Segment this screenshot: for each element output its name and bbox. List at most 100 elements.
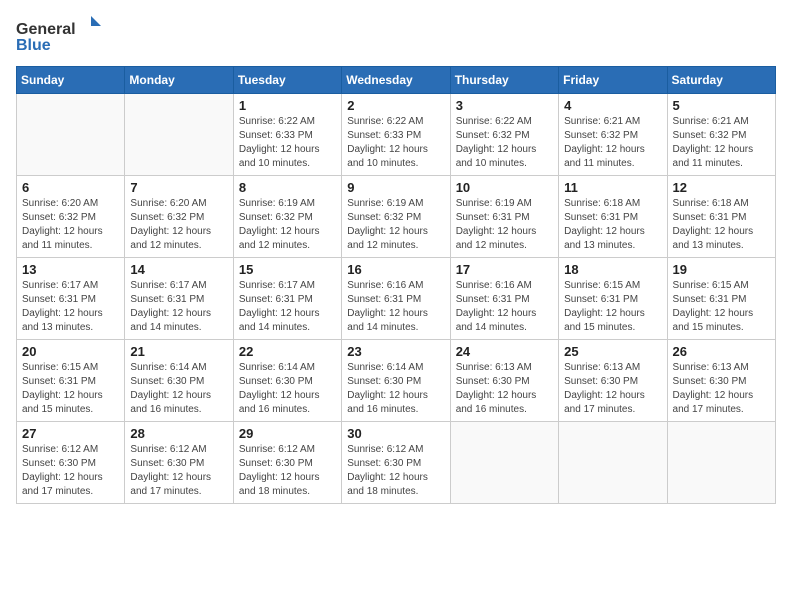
day-number: 16: [347, 262, 444, 277]
day-number: 12: [673, 180, 770, 195]
calendar-cell: [559, 422, 667, 504]
day-info: Sunrise: 6:19 AMSunset: 6:32 PMDaylight:…: [239, 197, 336, 253]
day-info: Sunrise: 6:21 AMSunset: 6:32 PMDaylight:…: [673, 115, 770, 171]
calendar-cell: 3 Sunrise: 6:22 AMSunset: 6:32 PMDaylight…: [450, 94, 558, 176]
calendar-cell: 22 Sunrise: 6:14 AMSunset: 6:30 PMDayligh…: [233, 340, 341, 422]
day-number: 18: [564, 262, 661, 277]
calendar-cell: 21 Sunrise: 6:14 AMSunset: 6:30 PMDayligh…: [125, 340, 233, 422]
calendar-cell: 25Sunrise: 6:13 AMSunset: 6:30 PMDayligh…: [559, 340, 667, 422]
day-info: Sunrise: 6:12 AMSunset: 6:30 PMDaylight:…: [239, 443, 336, 499]
day-info: Sunrise: 6:18 AMSunset: 6:31 PMDaylight:…: [564, 197, 661, 253]
day-number: 30: [347, 426, 444, 441]
calendar-cell: 9 Sunrise: 6:19 AMSunset: 6:32 PMDaylight…: [342, 176, 450, 258]
day-number: 9: [347, 180, 444, 195]
day-info: Sunrise: 6:18 AMSunset: 6:31 PMDaylight:…: [673, 197, 770, 253]
day-number: 4: [564, 98, 661, 113]
svg-text:Blue: Blue: [16, 37, 51, 54]
day-header-wednesday: Wednesday: [342, 67, 450, 94]
calendar-table: SundayMondayTuesdayWednesdayThursdayFrid…: [16, 66, 776, 504]
day-number: 5: [673, 98, 770, 113]
calendar-cell: 24 Sunrise: 6:13 AMSunset: 6:30 PMDayligh…: [450, 340, 558, 422]
day-info: Sunrise: 6:20 AMSunset: 6:32 PMDaylight:…: [130, 197, 227, 253]
calendar-cell: 29 Sunrise: 6:12 AMSunset: 6:30 PMDayligh…: [233, 422, 341, 504]
day-number: 10: [456, 180, 553, 195]
day-info: Sunrise: 6:13 AMSunset: 6:30 PMDaylight:…: [456, 361, 553, 417]
day-info: Sunrise: 6:14 AMSunset: 6:30 PMDaylight:…: [347, 361, 444, 417]
day-info: Sunrise: 6:12 AMSunset: 6:30 PMDaylight:…: [347, 443, 444, 499]
day-info: Sunrise: 6:22 AMSunset: 6:33 PMDaylight:…: [347, 115, 444, 171]
calendar-cell: 23 Sunrise: 6:14 AMSunset: 6:30 PMDayligh…: [342, 340, 450, 422]
calendar-cell: 11Sunrise: 6:18 AMSunset: 6:31 PMDayligh…: [559, 176, 667, 258]
day-info: Sunrise: 6:15 AMSunset: 6:31 PMDaylight:…: [564, 279, 661, 335]
calendar-cell: 5 Sunrise: 6:21 AMSunset: 6:32 PMDaylight…: [667, 94, 775, 176]
calendar-cell: 19 Sunrise: 6:15 AMSunset: 6:31 PMDayligh…: [667, 258, 775, 340]
day-number: 17: [456, 262, 553, 277]
day-header-monday: Monday: [125, 67, 233, 94]
day-header-saturday: Saturday: [667, 67, 775, 94]
calendar-cell: 13 Sunrise: 6:17 AMSunset: 6:31 PMDayligh…: [17, 258, 125, 340]
calendar-cell: 16 Sunrise: 6:16 AMSunset: 6:31 PMDayligh…: [342, 258, 450, 340]
day-info: Sunrise: 6:22 AMSunset: 6:32 PMDaylight:…: [456, 115, 553, 171]
logo: GeneralBlue: [16, 16, 106, 56]
day-number: 7: [130, 180, 227, 195]
day-number: 27: [22, 426, 119, 441]
day-number: 8: [239, 180, 336, 195]
day-info: Sunrise: 6:22 AMSunset: 6:33 PMDaylight:…: [239, 115, 336, 171]
calendar-cell: 1Sunrise: 6:22 AMSunset: 6:33 PMDaylight…: [233, 94, 341, 176]
calendar-cell: [17, 94, 125, 176]
day-info: Sunrise: 6:17 AMSunset: 6:31 PMDaylight:…: [239, 279, 336, 335]
calendar-cell: 27 Sunrise: 6:12 AMSunset: 6:30 PMDayligh…: [17, 422, 125, 504]
day-number: 25: [564, 344, 661, 359]
day-info: Sunrise: 6:16 AMSunset: 6:31 PMDaylight:…: [347, 279, 444, 335]
day-info: Sunrise: 6:19 AMSunset: 6:31 PMDaylight:…: [456, 197, 553, 253]
day-number: 26: [673, 344, 770, 359]
calendar-week-5: 27 Sunrise: 6:12 AMSunset: 6:30 PMDayligh…: [17, 422, 776, 504]
logo-svg: GeneralBlue: [16, 16, 106, 56]
calendar-header-row: SundayMondayTuesdayWednesdayThursdayFrid…: [17, 67, 776, 94]
day-number: 15: [239, 262, 336, 277]
day-number: 24: [456, 344, 553, 359]
calendar-cell: 18 Sunrise: 6:15 AMSunset: 6:31 PMDayligh…: [559, 258, 667, 340]
calendar-week-4: 20 Sunrise: 6:15 AMSunset: 6:31 PMDayligh…: [17, 340, 776, 422]
day-number: 19: [673, 262, 770, 277]
day-number: 3: [456, 98, 553, 113]
day-number: 13: [22, 262, 119, 277]
day-info: Sunrise: 6:12 AMSunset: 6:30 PMDaylight:…: [130, 443, 227, 499]
day-info: Sunrise: 6:13 AMSunset: 6:30 PMDaylight:…: [673, 361, 770, 417]
day-info: Sunrise: 6:19 AMSunset: 6:32 PMDaylight:…: [347, 197, 444, 253]
calendar-cell: 10 Sunrise: 6:19 AMSunset: 6:31 PMDayligh…: [450, 176, 558, 258]
day-info: Sunrise: 6:20 AMSunset: 6:32 PMDaylight:…: [22, 197, 119, 253]
day-number: 20: [22, 344, 119, 359]
calendar-week-1: 1Sunrise: 6:22 AMSunset: 6:33 PMDaylight…: [17, 94, 776, 176]
calendar-cell: 2 Sunrise: 6:22 AMSunset: 6:33 PMDaylight…: [342, 94, 450, 176]
day-header-tuesday: Tuesday: [233, 67, 341, 94]
day-number: 22: [239, 344, 336, 359]
day-number: 28: [130, 426, 227, 441]
day-number: 14: [130, 262, 227, 277]
day-number: 23: [347, 344, 444, 359]
day-info: Sunrise: 6:14 AMSunset: 6:30 PMDaylight:…: [130, 361, 227, 417]
calendar-cell: 20 Sunrise: 6:15 AMSunset: 6:31 PMDayligh…: [17, 340, 125, 422]
day-info: Sunrise: 6:17 AMSunset: 6:31 PMDaylight:…: [22, 279, 119, 335]
calendar-cell: 26 Sunrise: 6:13 AMSunset: 6:30 PMDayligh…: [667, 340, 775, 422]
calendar-cell: 28 Sunrise: 6:12 AMSunset: 6:30 PMDayligh…: [125, 422, 233, 504]
day-info: Sunrise: 6:12 AMSunset: 6:30 PMDaylight:…: [22, 443, 119, 499]
day-number: 21: [130, 344, 227, 359]
day-header-thursday: Thursday: [450, 67, 558, 94]
day-info: Sunrise: 6:15 AMSunset: 6:31 PMDaylight:…: [22, 361, 119, 417]
day-info: Sunrise: 6:14 AMSunset: 6:30 PMDaylight:…: [239, 361, 336, 417]
calendar-cell: 7 Sunrise: 6:20 AMSunset: 6:32 PMDaylight…: [125, 176, 233, 258]
svg-text:General: General: [16, 21, 76, 38]
day-number: 29: [239, 426, 336, 441]
day-info: Sunrise: 6:21 AMSunset: 6:32 PMDaylight:…: [564, 115, 661, 171]
day-header-friday: Friday: [559, 67, 667, 94]
calendar-cell: 8 Sunrise: 6:19 AMSunset: 6:32 PMDaylight…: [233, 176, 341, 258]
day-info: Sunrise: 6:15 AMSunset: 6:31 PMDaylight:…: [673, 279, 770, 335]
day-number: 2: [347, 98, 444, 113]
day-info: Sunrise: 6:16 AMSunset: 6:31 PMDaylight:…: [456, 279, 553, 335]
calendar-cell: 12 Sunrise: 6:18 AMSunset: 6:31 PMDayligh…: [667, 176, 775, 258]
calendar-cell: [450, 422, 558, 504]
day-info: Sunrise: 6:17 AMSunset: 6:31 PMDaylight:…: [130, 279, 227, 335]
calendar-cell: 14 Sunrise: 6:17 AMSunset: 6:31 PMDayligh…: [125, 258, 233, 340]
calendar-cell: 6Sunrise: 6:20 AMSunset: 6:32 PMDaylight…: [17, 176, 125, 258]
